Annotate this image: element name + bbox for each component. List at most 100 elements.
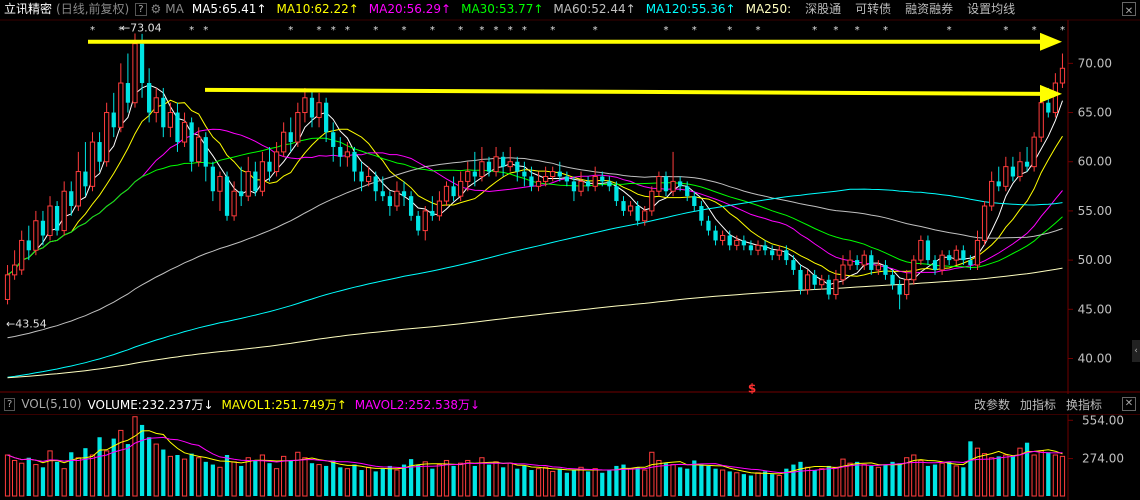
volume-bar	[147, 437, 152, 496]
candle	[713, 225, 718, 246]
volume-bar	[840, 458, 846, 497]
candle	[324, 97, 329, 143]
candle-body	[89, 141, 96, 187]
candle	[47, 196, 53, 241]
volume-bar	[635, 467, 640, 496]
candle	[770, 245, 775, 261]
volume-bar	[748, 475, 754, 496]
candle-body	[522, 171, 527, 177]
volume-bar	[210, 464, 215, 496]
volume-menu-item-1[interactable]: 加指标	[1020, 398, 1056, 412]
event-marker: *	[1032, 25, 1037, 36]
event-marker: *	[663, 25, 668, 36]
volume-bar	[288, 460, 293, 496]
candle-body	[904, 279, 910, 296]
candle	[83, 142, 88, 197]
candle-body	[762, 245, 768, 251]
volume-bar	[83, 448, 88, 496]
candle	[125, 53, 131, 113]
kline-chart[interactable]: 70.00 65.00 60.00 55.00 50.00 45.00 40.00 554.0…	[0, 0, 1140, 500]
ma-line-10	[7, 99, 1063, 277]
price-axis-label: 45.00	[1078, 302, 1112, 316]
candle-body	[947, 255, 952, 261]
candle-body	[981, 205, 988, 241]
price-axis-label: 70.00	[1078, 56, 1112, 70]
volume-bar	[762, 471, 768, 496]
event-marker: *	[727, 25, 732, 36]
candle	[670, 151, 676, 197]
volume-bar	[19, 462, 25, 497]
trend-arrow-shaft	[204, 87, 1045, 96]
candle-body	[479, 161, 485, 177]
volume-bar	[54, 461, 60, 496]
candle-body	[273, 151, 280, 173]
price-axis-label: 60.00	[1078, 155, 1112, 169]
volume-bar	[458, 462, 464, 497]
volume-bar	[918, 459, 924, 497]
event-marker: *	[288, 25, 293, 36]
candle-body	[239, 191, 244, 197]
candle	[104, 102, 110, 167]
volume-bar	[804, 466, 811, 497]
candle-body	[486, 161, 492, 172]
volume-bar	[734, 472, 740, 497]
volume-menu-item-2[interactable]: 换指标	[1066, 398, 1102, 412]
candle-body	[529, 176, 534, 187]
volume-bar	[153, 443, 159, 497]
candle	[847, 250, 853, 270]
candle-body	[189, 122, 194, 162]
volume-bar	[344, 468, 351, 497]
candle-body	[1046, 102, 1051, 113]
candle-body	[493, 156, 499, 173]
candle	[819, 274, 825, 290]
ma-line-60	[7, 157, 1063, 339]
volume-bar	[564, 472, 569, 496]
candle	[89, 132, 96, 192]
volume-bar	[713, 468, 718, 496]
volume-bar	[522, 465, 527, 496]
volume-close-icon[interactable]: ✕	[1122, 397, 1136, 411]
candle	[479, 146, 485, 182]
candle-body	[507, 161, 513, 168]
volume-bar	[486, 464, 492, 496]
candle	[507, 146, 513, 172]
candle-body	[352, 151, 357, 172]
volume-bar	[1031, 454, 1037, 497]
candle	[19, 230, 25, 275]
volume-bar	[316, 464, 322, 497]
candle	[592, 166, 598, 192]
volume-bar	[281, 455, 287, 497]
event-marker: *	[345, 25, 350, 36]
volume-menu: 改参数 加指标 换指标	[974, 396, 1112, 413]
candle-body	[11, 264, 18, 276]
volume-bar	[436, 464, 443, 497]
volume-bar	[571, 470, 577, 496]
candle-body	[996, 181, 1001, 187]
volume-bar	[167, 455, 174, 497]
candle-body	[670, 180, 676, 192]
candle-body	[627, 205, 634, 212]
candle-body	[210, 166, 215, 192]
volume-bar	[231, 461, 237, 497]
candle-body	[373, 176, 378, 192]
candle-body	[139, 43, 145, 84]
candle-body	[147, 83, 152, 113]
candle	[585, 176, 591, 192]
collapse-arrow-icon[interactable]: ‹	[1132, 340, 1140, 362]
volume-bar	[953, 465, 959, 497]
candle-body	[104, 112, 110, 163]
candle-body	[678, 181, 683, 187]
candle-body	[501, 156, 506, 167]
volume-bar	[989, 457, 995, 497]
candle-body	[918, 239, 924, 261]
candle-body	[54, 206, 60, 231]
event-marker: *	[402, 25, 407, 36]
volume-help-button[interactable]: ?	[4, 397, 16, 411]
volume-indicator-name[interactable]: VOL(5,10)	[21, 397, 81, 411]
candle-body	[883, 265, 888, 275]
candle	[132, 33, 138, 108]
candle	[656, 171, 662, 197]
volume-bar	[451, 465, 456, 496]
candle-body	[436, 200, 443, 217]
volume-menu-item-0[interactable]: 改参数	[974, 398, 1010, 412]
